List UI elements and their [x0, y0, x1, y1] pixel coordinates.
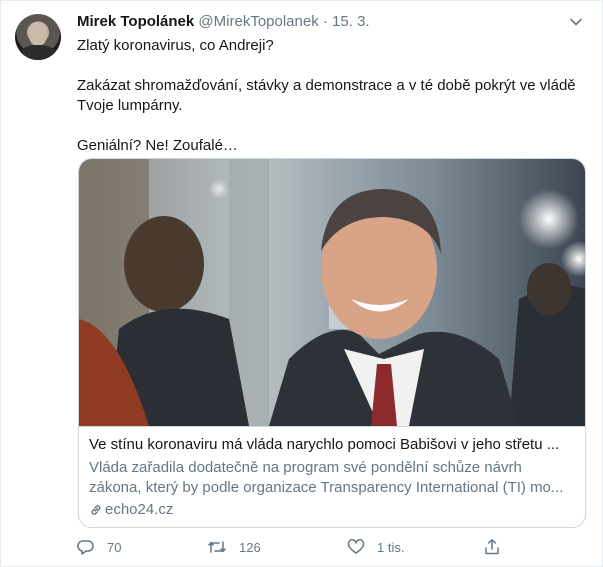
tweet-paragraph: Zakázat shromažďování, stávky a demonstr…: [77, 77, 576, 114]
card-title[interactable]: Ve stínu koronaviru má vláda narychlo po…: [89, 435, 575, 455]
tweet-actions: 70 126 1 tis.: [77, 536, 577, 558]
like-button[interactable]: 1 tis.: [347, 536, 404, 558]
author-name[interactable]: Mirek Topolánek: [77, 13, 194, 30]
retweet-button[interactable]: 126: [207, 536, 261, 558]
share-icon: [485, 539, 499, 555]
tweet-header: Mirek Topolánek @MirekTopolanek · 15. 3.: [77, 12, 582, 32]
tweet-paragraph: Geniální? Ne! Zoufalé…: [77, 137, 238, 154]
reply-icon: [77, 540, 94, 555]
card-description: Vláda zařadila dodatečně na program své …: [89, 459, 564, 496]
header-separator: ·: [322, 13, 328, 30]
like-count: 1 tis.: [377, 539, 405, 555]
like-icon: [347, 539, 365, 554]
share-button[interactable]: [483, 536, 513, 558]
retweet-count: 126: [239, 539, 261, 555]
card-body: Ve stínu koronaviru má vláda narychlo po…: [79, 426, 585, 527]
reply-count: 70: [107, 539, 122, 555]
retweet-icon: [208, 541, 226, 553]
chevron-down-icon[interactable]: [569, 15, 583, 29]
reply-button[interactable]: 70: [77, 536, 121, 558]
card-domain-text: echo24.cz: [105, 501, 174, 518]
tweet-container: Mirek Topolánek @MirekTopolanek · 15. 3.…: [0, 0, 603, 567]
author-handle[interactable]: @MirekTopolanek: [198, 13, 318, 30]
tweet-paragraph: Zlatý koronavirus, co Andreji?: [77, 37, 274, 54]
card-domain[interactable]: echo24.cz: [89, 500, 575, 520]
tweet-text: Zlatý koronavirus, co Andreji? Zakázat s…: [77, 36, 577, 156]
card-image: [79, 159, 585, 426]
link-icon: [91, 505, 101, 515]
author-avatar[interactable]: [15, 14, 61, 60]
tweet-date[interactable]: 15. 3.: [332, 13, 370, 30]
link-preview-card[interactable]: Ve stínu koronaviru má vláda narychlo po…: [78, 158, 586, 528]
